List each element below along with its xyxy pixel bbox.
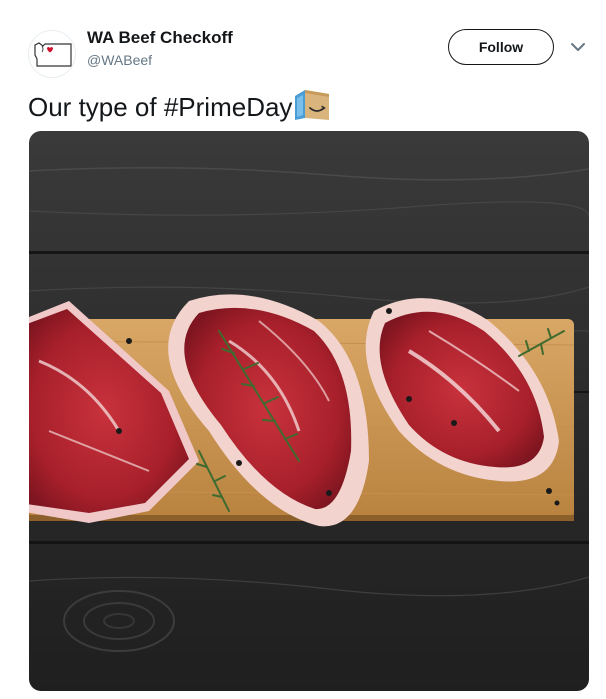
avatar[interactable]	[28, 30, 76, 78]
follow-button[interactable]: Follow	[448, 29, 554, 65]
tweet-text-content: Our type of #PrimeDay	[28, 92, 293, 122]
steaks-photo-image	[29, 131, 589, 691]
tweet-media-photo[interactable]	[29, 131, 589, 691]
chevron-down-icon[interactable]	[570, 40, 586, 54]
amazon-box-icon	[295, 90, 330, 120]
user-handle[interactable]: @WABeef	[87, 52, 152, 68]
tweet-card: WA Beef Checkoff @WABeef Follow Our type…	[0, 0, 606, 699]
display-name[interactable]: WA Beef Checkoff	[87, 28, 233, 48]
washington-state-logo-icon	[29, 31, 75, 77]
tweet-text: Our type of #PrimeDay	[28, 88, 331, 123]
